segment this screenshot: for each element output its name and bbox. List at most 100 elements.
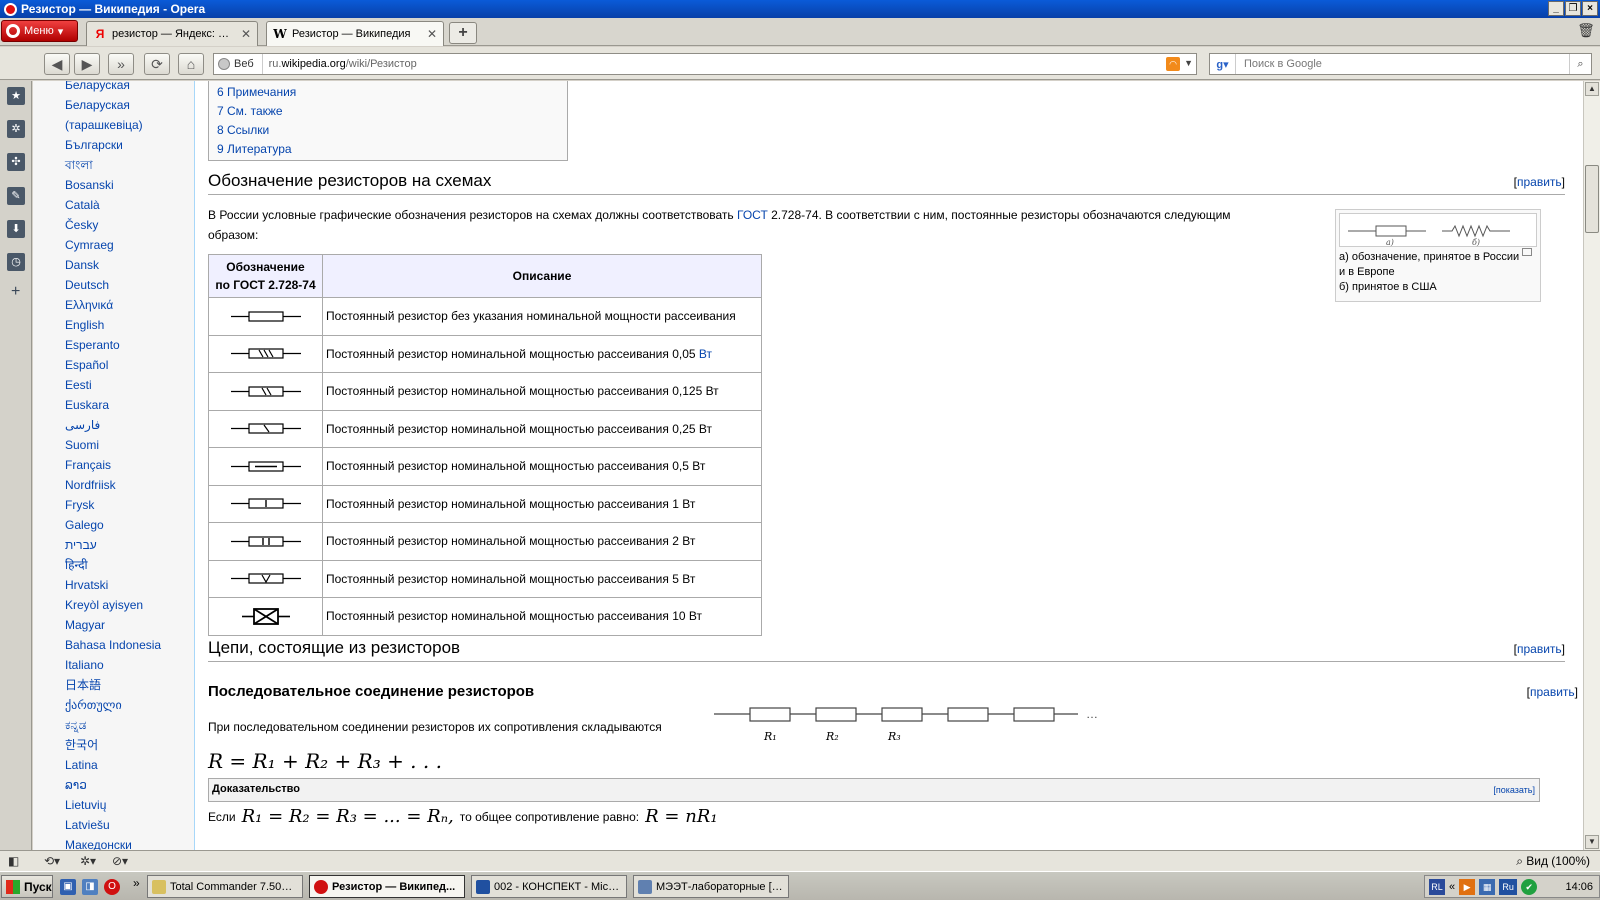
language-link[interactable]: 日本語 [65, 675, 161, 695]
language-link[interactable]: Македонски [65, 835, 161, 850]
language-link[interactable]: Magyar [65, 615, 161, 635]
language-link[interactable]: Lietuvių [65, 795, 161, 815]
home-button[interactable]: ⌂ [178, 53, 204, 75]
search-input[interactable]: Поиск в Google [1236, 58, 1569, 70]
language-link[interactable]: Ελληνικά [65, 295, 161, 315]
language-link[interactable]: বাংলা [65, 155, 161, 175]
toc-item[interactable]: 8 Ссылки [217, 121, 559, 140]
language-link[interactable]: ລາວ [65, 775, 161, 795]
language-link[interactable]: Български [65, 135, 161, 155]
language-link[interactable]: Nordfriisk [65, 475, 161, 495]
zoom-control[interactable]: ⌕ Вид (100%) [1516, 854, 1590, 869]
close-tab-icon[interactable]: ✕ [241, 27, 251, 41]
search-icon[interactable]: ⌕ [1569, 54, 1591, 74]
antivirus-icon[interactable]: ✔ [1521, 878, 1538, 895]
close-tab-icon[interactable]: ✕ [427, 27, 437, 41]
close-window-button[interactable]: × [1582, 1, 1598, 16]
edit-link[interactable]: [править] [1514, 175, 1565, 189]
history-icon[interactable]: ◷ [7, 253, 25, 271]
resistor-symbols-image[interactable]: а) б) [1339, 213, 1537, 247]
unite-status-icon[interactable]: ⊘▾ [112, 854, 128, 868]
scroll-up-button[interactable]: ▲ [1585, 82, 1599, 96]
keyboard-layout-icon[interactable]: RL [1429, 878, 1445, 895]
language-link[interactable]: Suomi [65, 435, 161, 455]
more-quicklaunch-icon[interactable]: » [133, 876, 140, 890]
explorer-icon[interactable]: ◨ [82, 879, 98, 895]
watt-link[interactable]: Вт [699, 347, 712, 361]
google-icon[interactable]: g▾ [1210, 54, 1236, 74]
start-button[interactable]: Пуск [1, 875, 53, 898]
network-icon[interactable]: ▦ [1479, 878, 1496, 895]
language-link[interactable]: English [65, 315, 161, 335]
edit-link[interactable]: [править] [1514, 642, 1565, 656]
language-link[interactable]: Frysk [65, 495, 161, 515]
panel-toggle-icon[interactable]: ◧ [8, 854, 19, 868]
reload-button[interactable]: ⟳ [144, 53, 170, 75]
tab-yandex[interactable]: Я резистор — Яндекс: На... ✕ [86, 21, 258, 46]
gost-link[interactable]: ГОСТ [737, 208, 768, 222]
language-link[interactable]: ಕನ್ನಡ [65, 715, 161, 735]
search-box[interactable]: g▾ Поиск в Google ⌕ [1209, 53, 1592, 75]
fast-forward-button[interactable]: » [108, 53, 134, 75]
language-link[interactable]: (тарашкевіца) [65, 115, 161, 135]
language-link[interactable]: Bahasa Indonesia [65, 635, 161, 655]
unite-icon[interactable]: ✣ [7, 153, 25, 171]
rss-icon[interactable]: ◠ [1166, 57, 1180, 71]
language-link[interactable]: Беларуская [65, 95, 161, 115]
language-link[interactable]: Latina [65, 755, 161, 775]
toc-item[interactable]: 6 Примечания [217, 83, 559, 102]
maximize-button[interactable]: ❐ [1565, 1, 1581, 16]
language-link[interactable]: Català [65, 195, 161, 215]
task-word[interactable]: 002 - КОНСПЕКТ - Micro... [471, 875, 627, 898]
chevron-left-icon[interactable]: « [1449, 881, 1455, 893]
trash-icon[interactable]: 🗑 [1576, 22, 1596, 42]
edit-link[interactable]: [править] [1527, 685, 1578, 699]
language-link[interactable]: Беларуская [65, 81, 161, 95]
save-icon[interactable]: ▣ [60, 879, 76, 895]
language-link[interactable]: Français [65, 455, 161, 475]
language-link[interactable]: Deutsch [65, 275, 161, 295]
bookmarks-icon[interactable]: ★ [7, 87, 25, 105]
address-bar[interactable]: Веб ru.wikipedia.org/wiki/Резистор ◠ ▼ [213, 53, 1197, 75]
url-text[interactable]: ru.wikipedia.org/wiki/Резистор [263, 58, 417, 70]
opera-quicklaunch-icon[interactable]: O [104, 879, 120, 895]
language-link[interactable]: فارسی [65, 415, 161, 435]
gear-icon[interactable]: ✲ [7, 120, 25, 138]
add-panel-icon[interactable]: + [11, 283, 20, 301]
media-icon[interactable]: ▶ [1459, 878, 1476, 895]
sync-icon[interactable]: ⟲▾ [44, 854, 60, 868]
language-link[interactable]: Galego [65, 515, 161, 535]
language-link[interactable]: Česky [65, 215, 161, 235]
web-chip[interactable]: Веб [214, 54, 263, 74]
forward-button[interactable]: ▶ [74, 53, 100, 75]
language-link[interactable]: Español [65, 355, 161, 375]
language-link[interactable]: Latviešu [65, 815, 161, 835]
language-link[interactable]: Eesti [65, 375, 161, 395]
magnify-icon[interactable] [1522, 248, 1532, 256]
language-link[interactable]: 한국어 [65, 735, 161, 755]
minimize-button[interactable]: _ [1548, 1, 1564, 16]
proof-show-link[interactable]: [показать] [1493, 785, 1535, 795]
scroll-down-button[interactable]: ▼ [1585, 835, 1599, 849]
task-total-commander[interactable]: Total Commander 7.50a ... [147, 875, 303, 898]
new-tab-button[interactable]: + [449, 22, 477, 44]
language-link[interactable]: Cymraeg [65, 235, 161, 255]
chevron-down-icon[interactable]: ▼ [1184, 58, 1193, 68]
language-link[interactable]: Euskara [65, 395, 161, 415]
language-indicator[interactable]: Ru [1499, 878, 1518, 895]
vertical-scrollbar[interactable]: ▲ ▼ [1583, 81, 1600, 850]
downloads-icon[interactable]: ⬇ [7, 220, 25, 238]
task-opera[interactable]: Резистор — Википед... [309, 875, 465, 898]
language-link[interactable]: Bosanski [65, 175, 161, 195]
language-link[interactable]: Hrvatski [65, 575, 161, 595]
opera-menu-button[interactable]: Меню ▾ [1, 20, 78, 42]
toc-item[interactable]: 7 См. также [217, 102, 559, 121]
language-link[interactable]: עברית [65, 535, 161, 555]
back-button[interactable]: ◀ [44, 53, 70, 75]
tab-wikipedia[interactable]: W Резистор — Википедия ✕ [266, 21, 444, 46]
task-folder[interactable]: МЭЭТ-лабораторные [Р... [633, 875, 789, 898]
language-link[interactable]: Italiano [65, 655, 161, 675]
language-link[interactable]: ქართული [65, 695, 161, 715]
scroll-thumb[interactable] [1585, 165, 1599, 233]
language-link[interactable]: Dansk [65, 255, 161, 275]
